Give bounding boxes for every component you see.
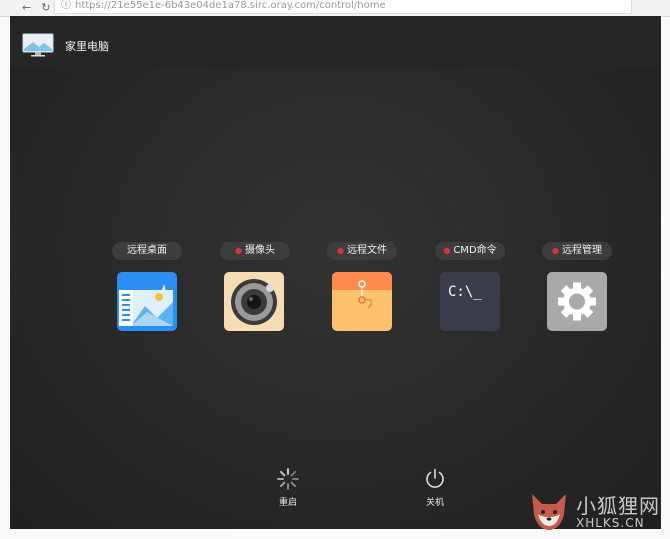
remote-manage-button[interactable] — [547, 272, 607, 331]
tile-label-text: 远程桌面 — [127, 245, 167, 256]
browser-toolbar: ← ↻ ⓘ https://21e55e1e-6b43e04de1a78.sirc.… — [0, 0, 670, 17]
device-title: 家里电脑 — [65, 40, 109, 53]
terminal-icon: C:\_ — [440, 272, 500, 331]
address-text: https://21e55e1e-6b43e04de1a78.sirc.oray… — [75, 0, 386, 11]
watermark-cn-text: 小狐狸网 — [576, 494, 660, 518]
reload-icon[interactable]: ↻ — [41, 1, 50, 14]
site-info-icon[interactable]: ⓘ — [61, 0, 71, 11]
restart-spinner-icon — [277, 468, 299, 490]
app-header: 家里电脑 — [11, 16, 660, 68]
status-dot: ● — [337, 246, 344, 255]
restart-label: 重启 — [278, 498, 297, 508]
watermark-en-text: XHLKS.CN — [576, 516, 645, 530]
camera-button[interactable] — [224, 272, 284, 331]
tile-label-remote-desktop[interactable]: 远程桌面 — [112, 242, 182, 260]
fox-logo-icon — [532, 494, 566, 530]
shutdown-label: 关机 — [425, 498, 444, 508]
app-window: 家里电脑 远程桌面 ● 摄像头 ● 远程文件 ● CMD命令 ● 远程管理 C:… — [10, 16, 661, 529]
remote-files-button[interactable] — [332, 272, 392, 331]
address-bar[interactable]: ⓘ https://21e55e1e-6b43e04de1a78.sirc.ora… — [54, 0, 632, 14]
remote-desktop-button[interactable] — [117, 272, 177, 331]
restart-button[interactable]: 重启 — [268, 468, 308, 508]
computer-icon — [22, 33, 54, 57]
tile-label-text: 摄像头 — [244, 245, 275, 256]
watermark: 小狐狸网 XHLKS.CN — [526, 488, 666, 534]
tile-label-text: CMD命令 — [453, 245, 497, 256]
tile-label-remote-manage[interactable]: ● 远程管理 — [542, 242, 612, 260]
camera-icon — [224, 272, 284, 331]
shutdown-button[interactable]: 关机 — [415, 468, 455, 508]
tile-label-text: 远程管理 — [561, 245, 602, 256]
status-dot: ● — [552, 246, 559, 255]
terminal-prompt-text: C:\_ — [448, 284, 482, 300]
folder-icon — [332, 272, 392, 331]
back-icon[interactable]: ← — [22, 1, 31, 14]
power-icon — [426, 468, 444, 488]
status-dot: ● — [443, 246, 451, 255]
tile-label-text: 远程文件 — [346, 245, 387, 256]
status-dot: ● — [235, 246, 242, 255]
tile-label-camera[interactable]: ● 摄像头 — [220, 242, 290, 260]
remote-desktop-icon — [117, 272, 177, 331]
gear-icon — [547, 272, 607, 331]
tile-label-remote-files[interactable]: ● 远程文件 — [327, 242, 397, 260]
tile-label-cmd[interactable]: ● CMD命令 — [435, 242, 505, 260]
cmd-button[interactable]: C:\_ — [440, 272, 500, 331]
